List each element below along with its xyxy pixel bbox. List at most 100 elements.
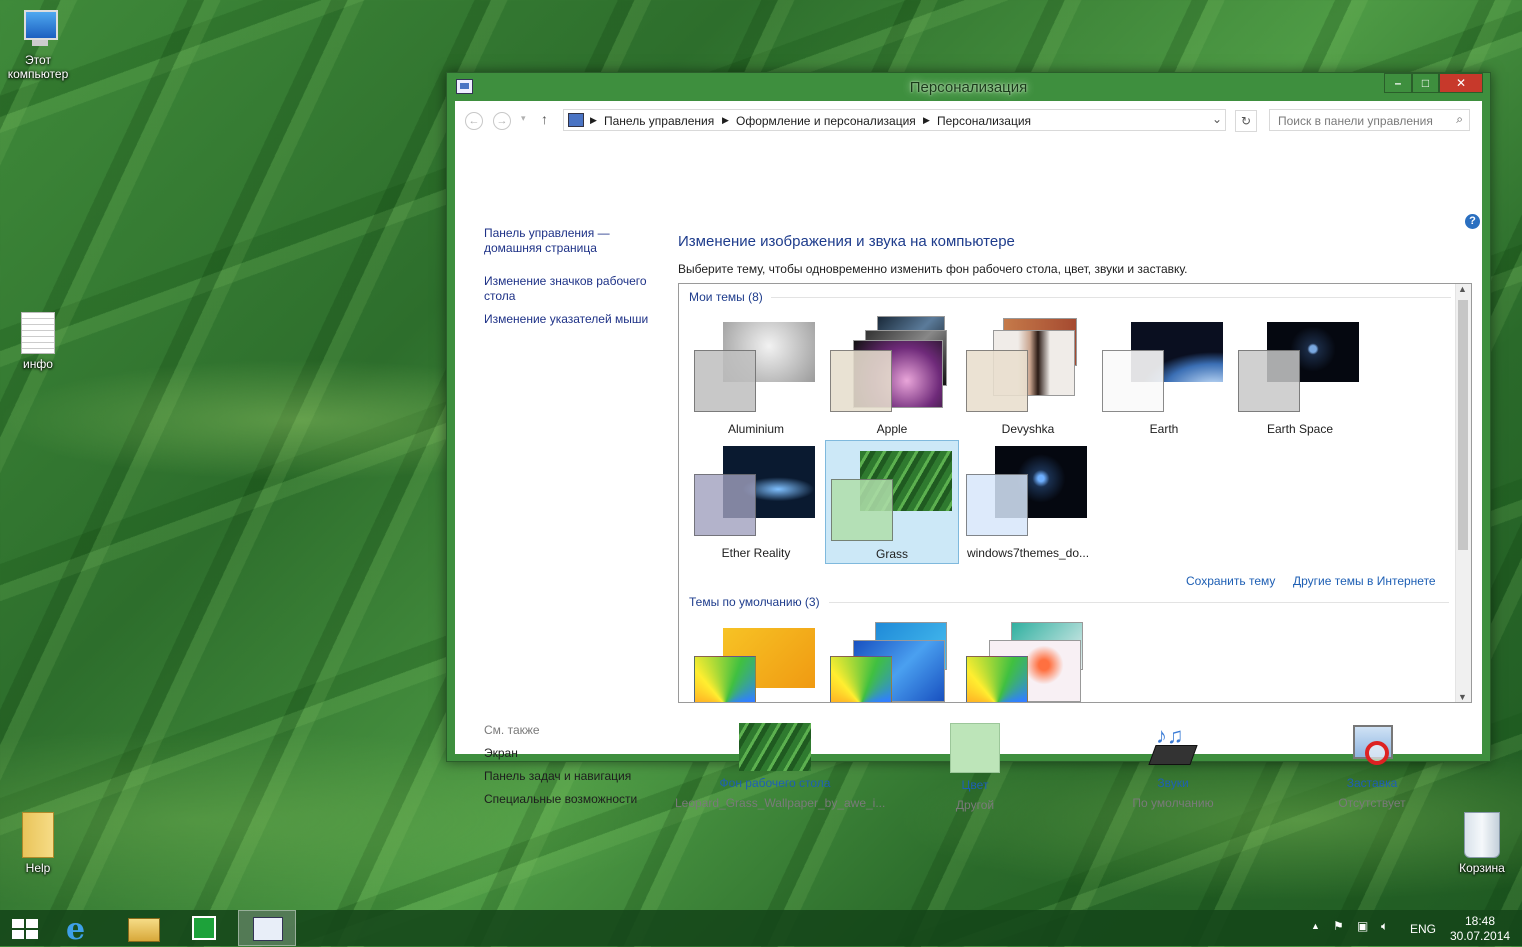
desktop-background-value: Leopard_Grass_Wallpaper_by_awe_i... <box>675 796 886 810</box>
personalization-window: Персонализация – □ ✕ ← → ▾ ↑ ▶ Панель уп… <box>446 72 1491 812</box>
theme-earth[interactable]: Earth <box>1097 316 1231 440</box>
theme-apple[interactable]: Apple <box>825 316 959 440</box>
theme-aluminium[interactable]: Aluminium <box>689 316 823 440</box>
theme-windows7themes[interactable]: windows7themes_do... <box>961 440 1095 564</box>
page-description: Выберите тему, чтобы одновременно измени… <box>678 262 1188 276</box>
breadcrumb-separator-icon: ▶ <box>722 115 729 125</box>
theme-earth-space[interactable]: Earth Space <box>1233 316 1367 440</box>
theme-name: Devyshka <box>1001 422 1055 436</box>
internet-explorer-icon: e <box>66 912 86 947</box>
color-fan-icon <box>830 656 892 702</box>
sidebar-link-desktop-icons[interactable]: Изменение значков рабочего стола <box>484 274 654 304</box>
theme-devyshka[interactable]: Devyshka <box>961 316 1095 440</box>
theme-color-swatch <box>830 350 892 412</box>
theme-color-swatch <box>694 474 756 536</box>
breadcrumb-separator-icon: ▶ <box>590 115 597 125</box>
sounds-value: По умолчанию <box>1132 796 1214 810</box>
network-icon[interactable]: ▣ <box>1357 919 1368 933</box>
theme-name: Earth <box>1149 422 1179 436</box>
breadcrumb-separator-icon: ▶ <box>923 115 930 125</box>
sounds-button[interactable]: ♪♫ Звуки По умолчанию <box>1113 723 1233 810</box>
sidebar-home-link[interactable]: Панель управления — домашняя страница <box>484 226 619 256</box>
text-file-icon <box>21 312 55 354</box>
store-icon <box>192 916 216 940</box>
taskbar-store[interactable] <box>174 910 232 946</box>
search-placeholder: Поиск в панели управления <box>1278 114 1433 128</box>
themes-scrollbar[interactable]: ▲ ▼ <box>1455 284 1471 702</box>
color-swatch-icon <box>950 723 1000 773</box>
title-bar[interactable]: Персонализация – □ ✕ <box>447 73 1490 101</box>
forward-button[interactable]: → <box>493 112 511 130</box>
desktop-icon-info[interactable]: инфо <box>0 312 76 371</box>
show-hidden-icons[interactable]: ▲ <box>1311 921 1320 931</box>
breadcrumb-control-panel[interactable]: Панель управления <box>604 114 714 128</box>
breadcrumb-appearance[interactable]: Оформление и персонализация <box>736 114 916 128</box>
address-dropdown-icon[interactable]: ⌄ <box>1212 112 1222 126</box>
themes-panel: Мои темы (8) Aluminium Apple Devyshka Ea… <box>678 283 1472 703</box>
my-themes-header[interactable]: Мои темы (8) <box>689 290 763 304</box>
refresh-button[interactable]: ↻ <box>1235 110 1257 132</box>
sounds-icon: ♪♫ <box>1148 723 1198 771</box>
control-panel-icon <box>568 113 584 127</box>
theme-color-swatch <box>694 350 756 412</box>
theme-color-swatch <box>966 350 1028 412</box>
color-label: Цвет <box>961 778 989 792</box>
theme-name: windows7themes_do... <box>966 546 1090 560</box>
desktop-icon-recycle-bin[interactable]: Корзина <box>1444 812 1520 875</box>
theme-grass[interactable]: Grass <box>825 440 959 564</box>
desktop-icon-this-pc[interactable]: Этот компьютер <box>0 8 76 81</box>
language-indicator[interactable]: ENG <box>1410 922 1436 936</box>
screensaver-icon <box>1349 723 1395 771</box>
taskbar-control-panel[interactable] <box>238 910 296 946</box>
see-also-display[interactable]: Экран <box>484 746 518 761</box>
close-button[interactable]: ✕ <box>1439 73 1483 93</box>
desktop-background-button[interactable]: Фон рабочего стола Leopard_Grass_Wallpap… <box>675 723 886 810</box>
theme-default-lines[interactable] <box>825 622 959 702</box>
more-themes-online-link[interactable]: Другие темы в Интернете <box>1293 574 1436 588</box>
recent-locations-icon[interactable]: ▾ <box>521 113 526 124</box>
theme-name: Ether Reality <box>721 546 791 560</box>
theme-default-flowers[interactable] <box>961 622 1095 702</box>
taskbar-file-explorer[interactable] <box>112 910 170 946</box>
minimize-button[interactable]: – <box>1384 73 1412 93</box>
back-button[interactable]: ← <box>465 112 483 130</box>
volume-icon[interactable]: 🔈︎ <box>1381 919 1388 934</box>
sidebar-link-mouse-pointers[interactable]: Изменение указателей мыши <box>484 312 664 327</box>
desktop-icon-help[interactable]: Help <box>0 812 76 875</box>
theme-name: Aluminium <box>727 422 784 436</box>
color-fan-icon <box>694 656 756 702</box>
clock-time: 18:48 <box>1464 914 1496 928</box>
see-also-taskbar[interactable]: Панель задач и навигация <box>484 769 631 784</box>
address-bar[interactable]: ▶ Панель управления ▶ Оформление и персо… <box>563 109 1226 131</box>
scroll-up-icon[interactable]: ▲ <box>1458 284 1467 294</box>
search-input[interactable]: Поиск в панели управления ⌕ <box>1269 109 1470 131</box>
window-title: Персонализация <box>909 79 1028 96</box>
theme-color-swatch <box>966 474 1028 536</box>
scrollbar-thumb[interactable] <box>1458 300 1468 550</box>
start-button[interactable] <box>0 910 58 946</box>
up-button[interactable]: ↑ <box>541 111 548 127</box>
navigation-bar: ← → ▾ ↑ ▶ Панель управления ▶ Оформление… <box>455 101 1482 141</box>
theme-color-swatch <box>1238 350 1300 412</box>
taskbar: e ▲ ⚑ ▣ 🔈︎ ENG 18:48 30.07.2014 <box>0 910 1522 947</box>
maximize-button[interactable]: □ <box>1412 73 1439 93</box>
clock-date: 30.07.2014 <box>1450 929 1511 943</box>
color-value: Другой <box>955 798 995 812</box>
taskbar-internet-explorer[interactable]: e <box>52 910 110 947</box>
breadcrumb-personalization[interactable]: Персонализация <box>937 114 1031 128</box>
color-button[interactable]: Цвет Другой <box>915 723 1035 812</box>
file-explorer-icon <box>128 918 160 942</box>
screensaver-button[interactable]: Заставка Отсутствует <box>1312 723 1432 810</box>
theme-color-swatch <box>831 479 893 541</box>
save-theme-link[interactable]: Сохранить тему <box>1186 574 1275 588</box>
see-also-accessibility[interactable]: Специальные возможности <box>484 792 637 807</box>
action-center-flag-icon[interactable]: ⚑ <box>1333 919 1344 933</box>
search-icon: ⌕ <box>1456 112 1463 126</box>
clock[interactable]: 18:48 30.07.2014 <box>1450 914 1510 944</box>
help-icon[interactable]: ? <box>1465 214 1480 229</box>
group-divider <box>829 602 1449 603</box>
theme-default-windows[interactable] <box>689 622 823 702</box>
default-themes-header[interactable]: Темы по умолчанию (3) <box>689 595 820 609</box>
theme-ether-reality[interactable]: Ether Reality <box>689 440 823 564</box>
scroll-down-icon[interactable]: ▼ <box>1458 692 1467 702</box>
